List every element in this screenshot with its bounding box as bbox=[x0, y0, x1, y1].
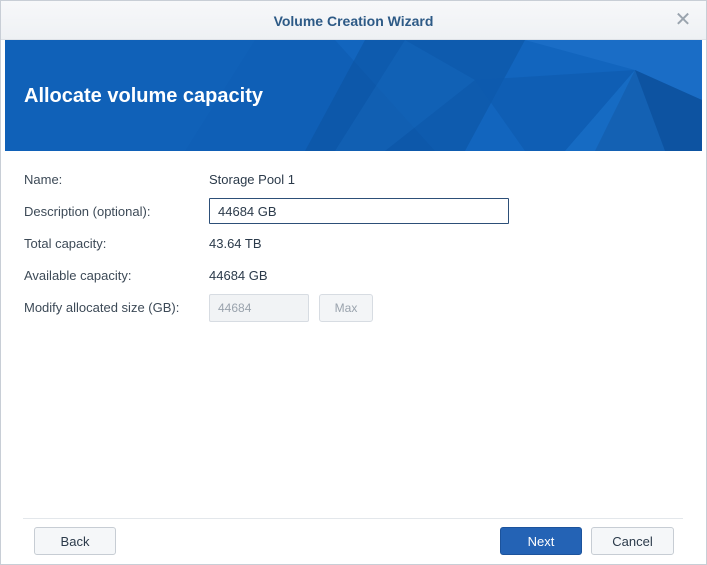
description-input[interactable] bbox=[209, 198, 509, 224]
name-value: Storage Pool 1 bbox=[209, 172, 296, 187]
header-banner: Allocate volume capacity bbox=[5, 40, 702, 151]
name-label: Name: bbox=[24, 172, 63, 187]
title-bar: Volume Creation Wizard ✕ bbox=[1, 1, 706, 40]
cancel-button[interactable]: Cancel bbox=[591, 527, 674, 555]
window-title: Volume Creation Wizard bbox=[273, 13, 434, 29]
close-icon[interactable]: ✕ bbox=[674, 10, 692, 30]
total-capacity-value: 43.64 TB bbox=[209, 236, 262, 251]
total-capacity-label: Total capacity: bbox=[24, 236, 107, 251]
allocated-size-input[interactable] bbox=[209, 294, 309, 322]
available-capacity-row: Available capacity: 44684 GB bbox=[24, 264, 684, 288]
description-row: Description (optional): bbox=[24, 198, 684, 224]
description-label: Description (optional): bbox=[24, 204, 151, 219]
max-button[interactable]: Max bbox=[319, 294, 373, 322]
banner-heading: Allocate volume capacity bbox=[24, 85, 263, 107]
back-button[interactable]: Back bbox=[34, 527, 116, 555]
total-capacity-row: Total capacity: 43.64 TB bbox=[24, 232, 684, 256]
footer-divider bbox=[23, 518, 683, 519]
allocated-size-row: Modify allocated size (GB): Max bbox=[24, 294, 684, 322]
next-button[interactable]: Next bbox=[500, 527, 582, 555]
name-row: Name: Storage Pool 1 bbox=[24, 168, 684, 192]
available-capacity-value: 44684 GB bbox=[209, 268, 268, 283]
allocated-size-label: Modify allocated size (GB): bbox=[24, 300, 180, 315]
wizard-window: Volume Creation Wizard ✕ Allocate volume… bbox=[0, 0, 707, 565]
available-capacity-label: Available capacity: bbox=[24, 268, 132, 283]
